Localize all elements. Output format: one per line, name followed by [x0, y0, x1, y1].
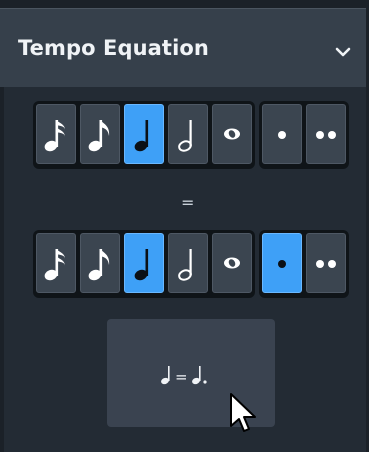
tempo-equation-panel: Tempo Equation = = [0, 0, 369, 452]
right-note-group [33, 230, 255, 298]
panel-header[interactable]: Tempo Equation [0, 8, 366, 87]
eighth-note-icon [88, 120, 110, 152]
preview-equals-sign: = [175, 368, 188, 386]
quarter-note-icon [161, 366, 170, 385]
eighth-note-icon [88, 249, 110, 281]
sixteenth-note-icon [44, 120, 65, 152]
left-note-group [33, 101, 255, 169]
left-half-note-button[interactable] [168, 104, 208, 164]
left-quarter-note-button[interactable] [124, 104, 164, 164]
equals-sign: = [181, 193, 195, 212]
right-whole-note-button[interactable] [212, 233, 252, 293]
quarter-note-icon [134, 120, 149, 152]
chevron-down-icon[interactable] [334, 45, 352, 59]
left-eighth-note-button[interactable] [80, 104, 120, 164]
right-quarter-note-button[interactable] [124, 233, 164, 293]
double-dot-icon [316, 260, 336, 268]
single-dot-icon [278, 131, 286, 139]
right-double-dot-button[interactable] [306, 233, 346, 293]
sixteenth-note-icon [44, 249, 65, 281]
right-eighth-note-button[interactable] [80, 233, 120, 293]
left-sixteenth-note-button[interactable] [36, 104, 76, 164]
left-whole-note-button[interactable] [212, 104, 252, 164]
left-note-row [33, 101, 349, 169]
left-double-dot-button[interactable] [306, 104, 346, 164]
tempo-equation-preview: = [160, 364, 211, 386]
right-half-note-button[interactable] [168, 233, 208, 293]
whole-note-icon [224, 257, 240, 269]
double-dot-icon [316, 131, 336, 139]
mouse-pointer-icon [230, 393, 256, 432]
right-sixteenth-note-button[interactable] [36, 233, 76, 293]
left-dot-group [259, 101, 349, 169]
whole-note-icon [224, 128, 240, 140]
single-dot-icon [278, 260, 286, 268]
half-note-icon [178, 249, 192, 281]
half-note-icon [178, 120, 192, 152]
left-single-dot-button[interactable] [262, 104, 302, 164]
panel-title: Tempo Equation [18, 36, 209, 60]
right-dot-group [259, 230, 349, 298]
quarter-note-icon [134, 249, 149, 281]
right-note-row [33, 230, 349, 298]
right-single-dot-button[interactable] [262, 233, 302, 293]
dotted-quarter-note-icon [191, 366, 207, 385]
